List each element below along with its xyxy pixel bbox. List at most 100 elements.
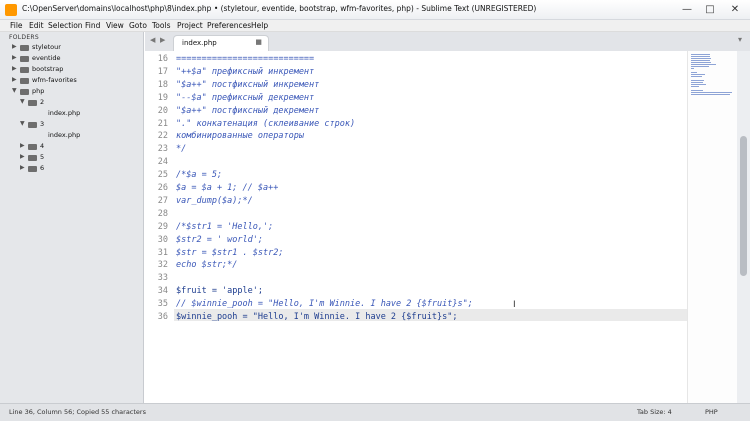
nav-forward-icon[interactable]: ▶ — [160, 36, 165, 44]
code-line[interactable]: $str = $str1 . $str2; — [176, 248, 283, 258]
line-number: 26 — [157, 183, 168, 193]
code-line[interactable]: комбинированные операторы — [176, 131, 304, 141]
minimap-line — [691, 74, 705, 75]
minimap-line — [691, 66, 709, 67]
minimap[interactable] — [687, 51, 737, 403]
minimap-line — [691, 72, 698, 73]
expand-arrow-icon[interactable]: ▶ — [20, 153, 28, 160]
menu-preferences[interactable]: Preferences — [207, 21, 251, 30]
vertical-scrollbar[interactable] — [737, 51, 750, 403]
folder-icon — [20, 67, 29, 73]
line-number: 21 — [157, 118, 168, 129]
line-number: 31 — [157, 247, 168, 258]
folder-icon — [20, 56, 29, 62]
sidebar: FOLDERS ▶ styletour ▶ eventide ▶ bootstr… — [0, 32, 144, 403]
status-syntax[interactable]: PHP — [705, 408, 718, 416]
code-line[interactable]: echo $str;*/ — [176, 260, 237, 270]
minimap-line — [691, 90, 703, 91]
line-number: 23 — [157, 144, 168, 155]
collapse-arrow-icon[interactable]: ▼ — [20, 98, 28, 105]
code-line[interactable]: $str2 = ' world'; — [176, 235, 263, 245]
status-bar: Line 36, Column 56; Copied 55 characters… — [0, 403, 750, 421]
menu-tools[interactable]: Tools — [152, 21, 170, 30]
collapse-arrow-icon[interactable]: ▼ — [12, 87, 20, 94]
code-line[interactable]: "$a++" постфиксный декремент — [176, 106, 319, 116]
expand-arrow-icon[interactable]: ▶ — [12, 54, 20, 61]
line-number: 18 — [157, 79, 168, 90]
nav-back-icon[interactable]: ◀ — [150, 36, 155, 44]
menu-find[interactable]: Find — [85, 21, 100, 30]
menu-goto[interactable]: Goto — [129, 21, 147, 30]
line-number: 19 — [157, 92, 168, 103]
folder-icon — [20, 45, 29, 51]
line-number: 25 — [157, 170, 168, 181]
menu-file[interactable]: File — [10, 21, 23, 30]
sidebar-item-label: 3 — [40, 120, 45, 128]
menu-selection[interactable]: Selection — [48, 21, 83, 30]
code-line[interactable]: /*$str1 = 'Hello,'; — [176, 222, 273, 232]
code-line[interactable]: var_dump($a);*/ — [176, 196, 253, 206]
folder-open-icon — [28, 122, 37, 128]
code-line[interactable]: $fruit = 'apple'; — [176, 286, 263, 296]
title-bar: C:\OpenServer\domains\localhost\php\8\in… — [0, 0, 750, 20]
sidebar-item-label: 4 — [40, 142, 45, 150]
line-number-gutter: 16 17 18 19 20 21 22 23 24 25 26 27 28 29 30 31 32 33 34 35… — [145, 51, 172, 403]
menu-edit[interactable]: Edit — [29, 21, 44, 30]
expand-arrow-icon[interactable]: ▶ — [12, 43, 20, 50]
menu-help[interactable]: Help — [251, 21, 268, 30]
tab-index-php[interactable]: index.php ■ — [173, 35, 269, 51]
status-tab-size[interactable]: Tab Size: 4 — [637, 408, 672, 416]
expand-arrow-icon[interactable]: ▶ — [12, 65, 20, 72]
minimap-line — [691, 76, 702, 77]
minimap-line — [691, 68, 694, 69]
line-number: 24 — [157, 157, 168, 168]
scrollbar-thumb[interactable] — [740, 136, 747, 276]
menu-project[interactable]: Project — [177, 21, 203, 30]
code-line[interactable]: // $winnie_pooh = "Hello, I'm Winnie. I … — [176, 299, 473, 309]
tab-label: index.php — [182, 39, 217, 47]
folder-icon — [20, 78, 29, 84]
line-number: 20 — [157, 105, 168, 116]
minimap-line — [691, 80, 705, 81]
line-number: 16 — [157, 54, 168, 64]
code-line[interactable]: =========================== — [176, 54, 314, 64]
menu-view[interactable]: View — [106, 21, 124, 30]
code-editor[interactable]: 16 17 18 19 20 21 22 23 24 25 26 27 28 29 30 31 32 33 34 35… — [145, 51, 750, 403]
code-line[interactable]: $winnie_pooh = "Hello, I'm Winnie. I hav… — [176, 312, 457, 322]
close-button[interactable]: ✕ — [722, 2, 748, 17]
code-line[interactable]: "$a++" постфиксный инкремент — [176, 80, 319, 90]
tab-close-icon[interactable]: ■ — [255, 38, 262, 46]
expand-arrow-icon[interactable]: ▶ — [20, 164, 28, 171]
minimap-line — [691, 64, 716, 65]
code-line[interactable]: $a = $a + 1; // $a++ — [176, 183, 278, 193]
tab-bar: ◀ ▶ index.php ■ ▾ — [145, 32, 750, 51]
sublime-app-icon — [5, 4, 17, 16]
minimap-line — [691, 94, 730, 95]
sidebar-item-label: bootstrap — [32, 65, 64, 73]
code-line[interactable]: "--$a" префиксный декремент — [176, 93, 314, 103]
expand-arrow-icon[interactable]: ▶ — [12, 76, 20, 83]
folder-icon — [28, 166, 37, 172]
minimap-line — [691, 54, 710, 55]
text-cursor-icon: I — [513, 300, 516, 310]
expand-arrow-icon[interactable]: ▶ — [20, 142, 28, 149]
code-line[interactable]: */ — [176, 144, 186, 154]
collapse-arrow-icon[interactable]: ▼ — [20, 120, 28, 127]
line-number: 22 — [157, 131, 168, 142]
minimize-button[interactable]: — — [676, 2, 698, 17]
minimap-line — [691, 58, 711, 59]
folder-icon — [28, 155, 37, 161]
sidebar-item-label: php — [32, 87, 45, 95]
folders-header: FOLDERS — [9, 34, 40, 41]
sidebar-item-label: eventide — [32, 54, 61, 62]
code-line[interactable]: /*$a = 5; — [176, 170, 222, 180]
code-line[interactable]: "++$a" префиксный инкремент — [176, 67, 314, 77]
line-number: 17 — [157, 66, 168, 77]
tab-overflow-icon[interactable]: ▾ — [738, 35, 742, 44]
minimap-line — [691, 62, 711, 63]
maximize-button[interactable]: □ — [699, 2, 721, 17]
line-number: 27 — [157, 195, 168, 206]
window-title: C:\OpenServer\domains\localhost\php\8\in… — [22, 4, 537, 13]
minimap-line — [691, 86, 700, 87]
code-line[interactable]: "." конкатенация (склеивание строк) — [176, 119, 355, 129]
